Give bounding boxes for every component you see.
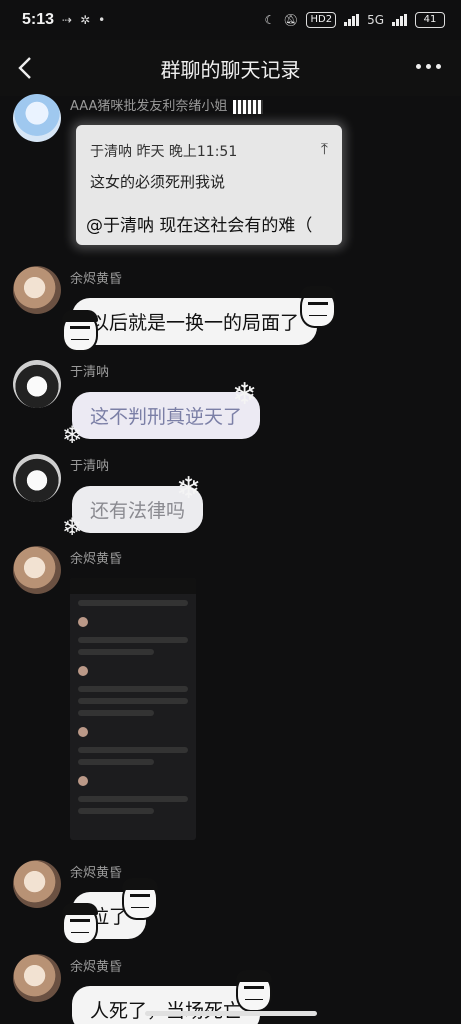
network-type: 5G (367, 13, 384, 27)
settings-icon: ✲ (80, 13, 91, 27)
quoted-message-card[interactable]: 于清呐 昨天 晚上11:51 ⤒ 这女的必须死刑我说 @于清呐 现在这社会有的难… (76, 125, 342, 245)
image-message-screenshot[interactable] (70, 578, 196, 840)
cartoon-face-icon (122, 878, 158, 920)
home-indicator[interactable] (145, 1011, 317, 1016)
avatar[interactable] (13, 94, 61, 142)
sender-name: 余烬黄昏 (70, 960, 123, 975)
status-bar: 5:13 ⇢ ✲ • ☾ 🔕︎ HD2 5G 41 (0, 0, 461, 40)
sender-name: 余烬黄昏 (70, 272, 123, 287)
avatar[interactable] (13, 860, 61, 908)
jump-to-original-icon[interactable]: ⤒ (321, 139, 328, 159)
avatar[interactable] (13, 266, 61, 314)
avatar[interactable] (13, 546, 61, 594)
avatar[interactable] (13, 954, 61, 1002)
back-arrow-icon[interactable] (14, 54, 42, 82)
cartoon-face-icon (62, 310, 98, 352)
avatar[interactable] (13, 360, 61, 408)
quote-author-time: 于清呐 昨天 晚上11:51 (90, 144, 238, 160)
snowflake-icon: ❄ (62, 513, 83, 541)
signal-icon-2 (392, 14, 407, 26)
sender-name: 于清呐 (70, 459, 110, 474)
cartoon-face-icon (236, 970, 272, 1012)
sender-name: 余烬黄昏 (70, 552, 123, 567)
mute-bell-icon: 🔕︎ (283, 13, 299, 27)
battery-icon: 41 (415, 12, 445, 28)
page-title: 群聊的聊天记录 (160, 57, 301, 82)
sender-name: 于清呐 (70, 365, 110, 380)
notification-icon: ⇢ (62, 13, 73, 27)
snowflake-icon: ❄ (62, 421, 83, 449)
hd-badge: HD2 (306, 12, 337, 28)
avatar[interactable] (13, 454, 61, 502)
snowflake-icon: ❄ (176, 471, 202, 506)
signal-icon (344, 14, 360, 26)
nav-header: 群聊的聊天记录 (0, 40, 461, 96)
quote-text: 这女的必须死刑我说 (90, 173, 226, 191)
reply-text: @于清呐 现在这社会有的难（ (86, 216, 313, 236)
sender-name: 余烬黄昏 (70, 866, 123, 881)
message-bubble[interactable]: 人死了，当场死亡 (72, 986, 261, 1024)
status-time: 5:13 (22, 11, 55, 28)
sender-name: AAA猪咪批发友利奈绪小姐 (70, 95, 264, 114)
dnd-moon-icon: ☾ (264, 13, 276, 27)
more-dots-icon: • (98, 13, 106, 27)
message-bubble[interactable]: 以后就是一换一的局面了 (72, 298, 318, 345)
snowflake-icon: ❄ (232, 377, 258, 412)
title-badge-icon (233, 99, 264, 114)
cartoon-face-icon (300, 286, 336, 328)
more-options-icon[interactable] (416, 64, 441, 69)
cartoon-face-icon (62, 903, 98, 945)
